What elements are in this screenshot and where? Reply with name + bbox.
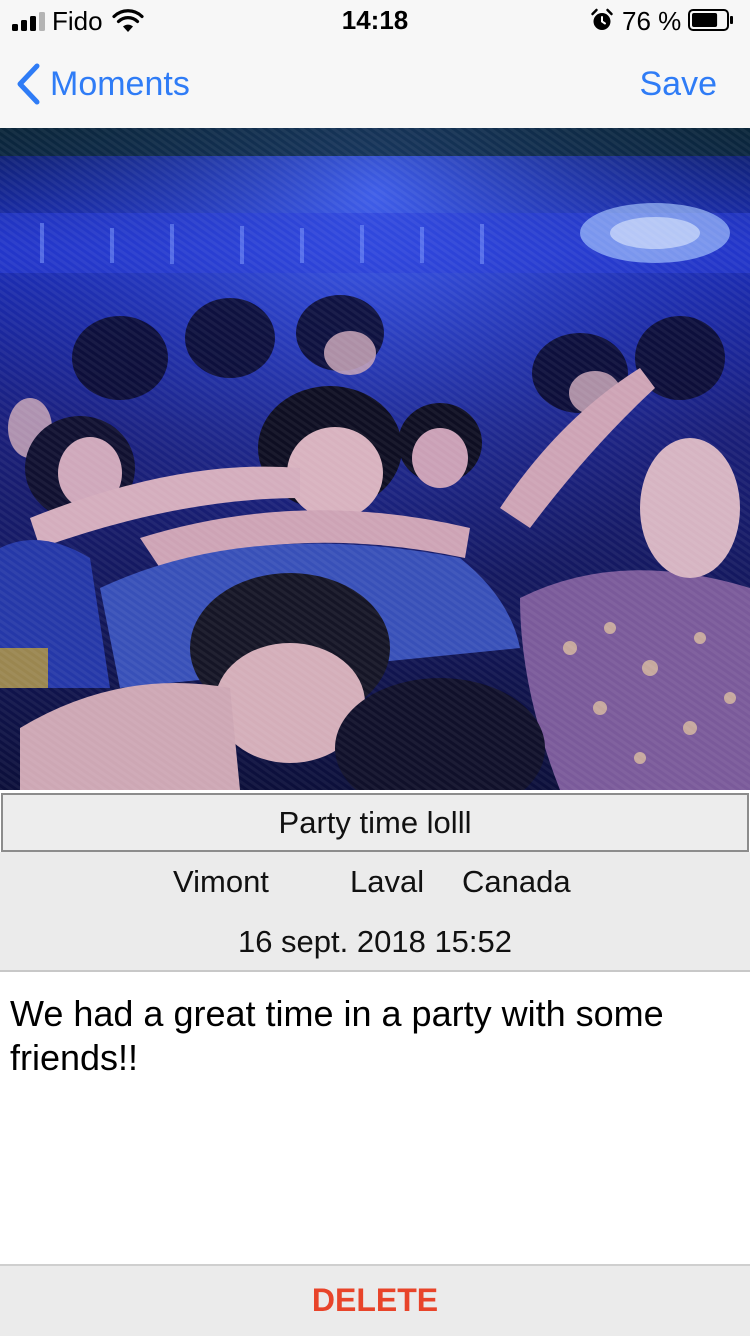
moment-date: 16 sept. 2018 15:52 — [237, 924, 513, 959]
save-button[interactable]: Save — [640, 64, 718, 104]
delete-bar: DELETE — [0, 1264, 750, 1336]
location-city: Vimont — [173, 864, 269, 899]
battery-percent: 76 % — [622, 6, 682, 36]
alarm-icon — [591, 8, 613, 30]
battery-icon — [688, 9, 733, 31]
party-photo-image — [0, 128, 750, 790]
status-bar: Fido 14:18 76 % — [0, 0, 750, 40]
description-text-area[interactable]: We had a great time in a party with some… — [10, 992, 740, 1256]
moment-photo[interactable] — [0, 128, 750, 790]
title-field[interactable]: Party time lolll — [1, 793, 749, 852]
chevron-left-icon — [17, 63, 40, 105]
location-region: Laval — [350, 864, 425, 899]
location-country: Canada — [462, 864, 571, 899]
back-label: Moments — [50, 65, 190, 103]
location-date-panel: Vimont Laval Canada 16 sept. 2018 15:52 — [0, 852, 750, 972]
navigation-bar: Moments Save — [0, 40, 750, 128]
delete-button[interactable]: DELETE — [0, 1280, 750, 1320]
back-button[interactable]: Moments — [14, 60, 190, 108]
